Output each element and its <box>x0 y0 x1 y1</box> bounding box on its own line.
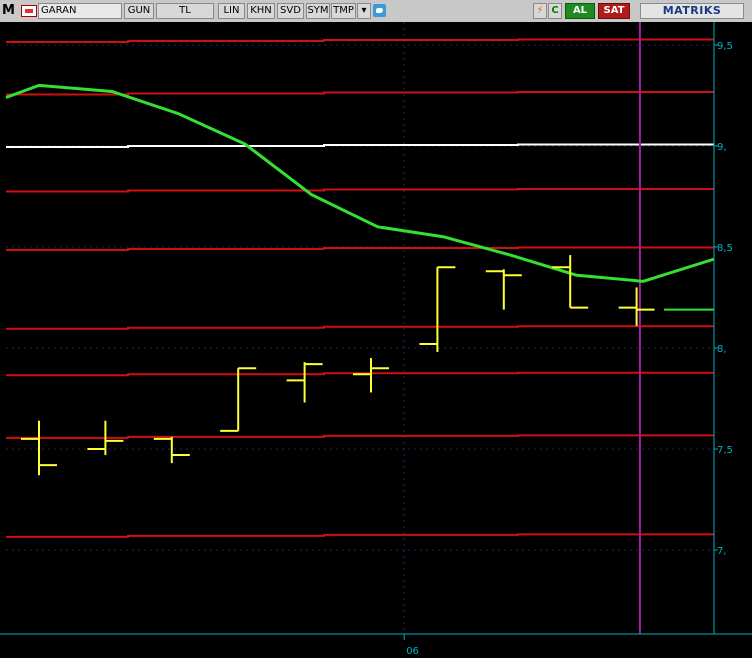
y-tick-label: 9,5 <box>717 41 733 52</box>
sym-button[interactable]: SYM <box>306 3 330 19</box>
symbol-input[interactable]: GARAN <box>38 3 122 19</box>
twitter-icon[interactable] <box>373 4 386 17</box>
y-tick-label: 9, <box>717 142 727 153</box>
sell-button[interactable]: SAT <box>598 3 630 19</box>
y-tick-label: 8,5 <box>717 243 733 254</box>
lightning-icon[interactable]: ⚡ <box>533 3 547 19</box>
symbol-logo-icon <box>21 5 37 17</box>
svd-button[interactable]: SVD <box>277 3 304 19</box>
x-tick-label: 06 <box>406 646 419 657</box>
y-tick-label: 8, <box>717 344 727 355</box>
chevron-down-icon[interactable]: ▾ <box>357 3 371 19</box>
tmp-button[interactable]: TMP <box>331 3 356 19</box>
currency-button[interactable]: TL <box>156 3 214 19</box>
chart-toolbar: M GARAN GUN TL LIN KHN SVD SYM TMP ▾ ⚡ C… <box>0 0 752 23</box>
buy-button[interactable]: AL <box>565 3 595 19</box>
y-tick-label: 7, <box>717 546 727 557</box>
lin-button[interactable]: LIN <box>218 3 245 19</box>
khn-button[interactable]: KHN <box>247 3 275 19</box>
price-chart[interactable]: 9,5 9, 8,5 8, 7,5 7, 06 <box>0 22 752 658</box>
y-tick-label: 7,5 <box>717 445 733 456</box>
period-button[interactable]: GUN <box>124 3 154 19</box>
matriks-logo: MATRIKS <box>640 3 744 19</box>
menu-m-label[interactable]: M <box>2 3 15 19</box>
refresh-icon[interactable]: C <box>548 3 562 19</box>
